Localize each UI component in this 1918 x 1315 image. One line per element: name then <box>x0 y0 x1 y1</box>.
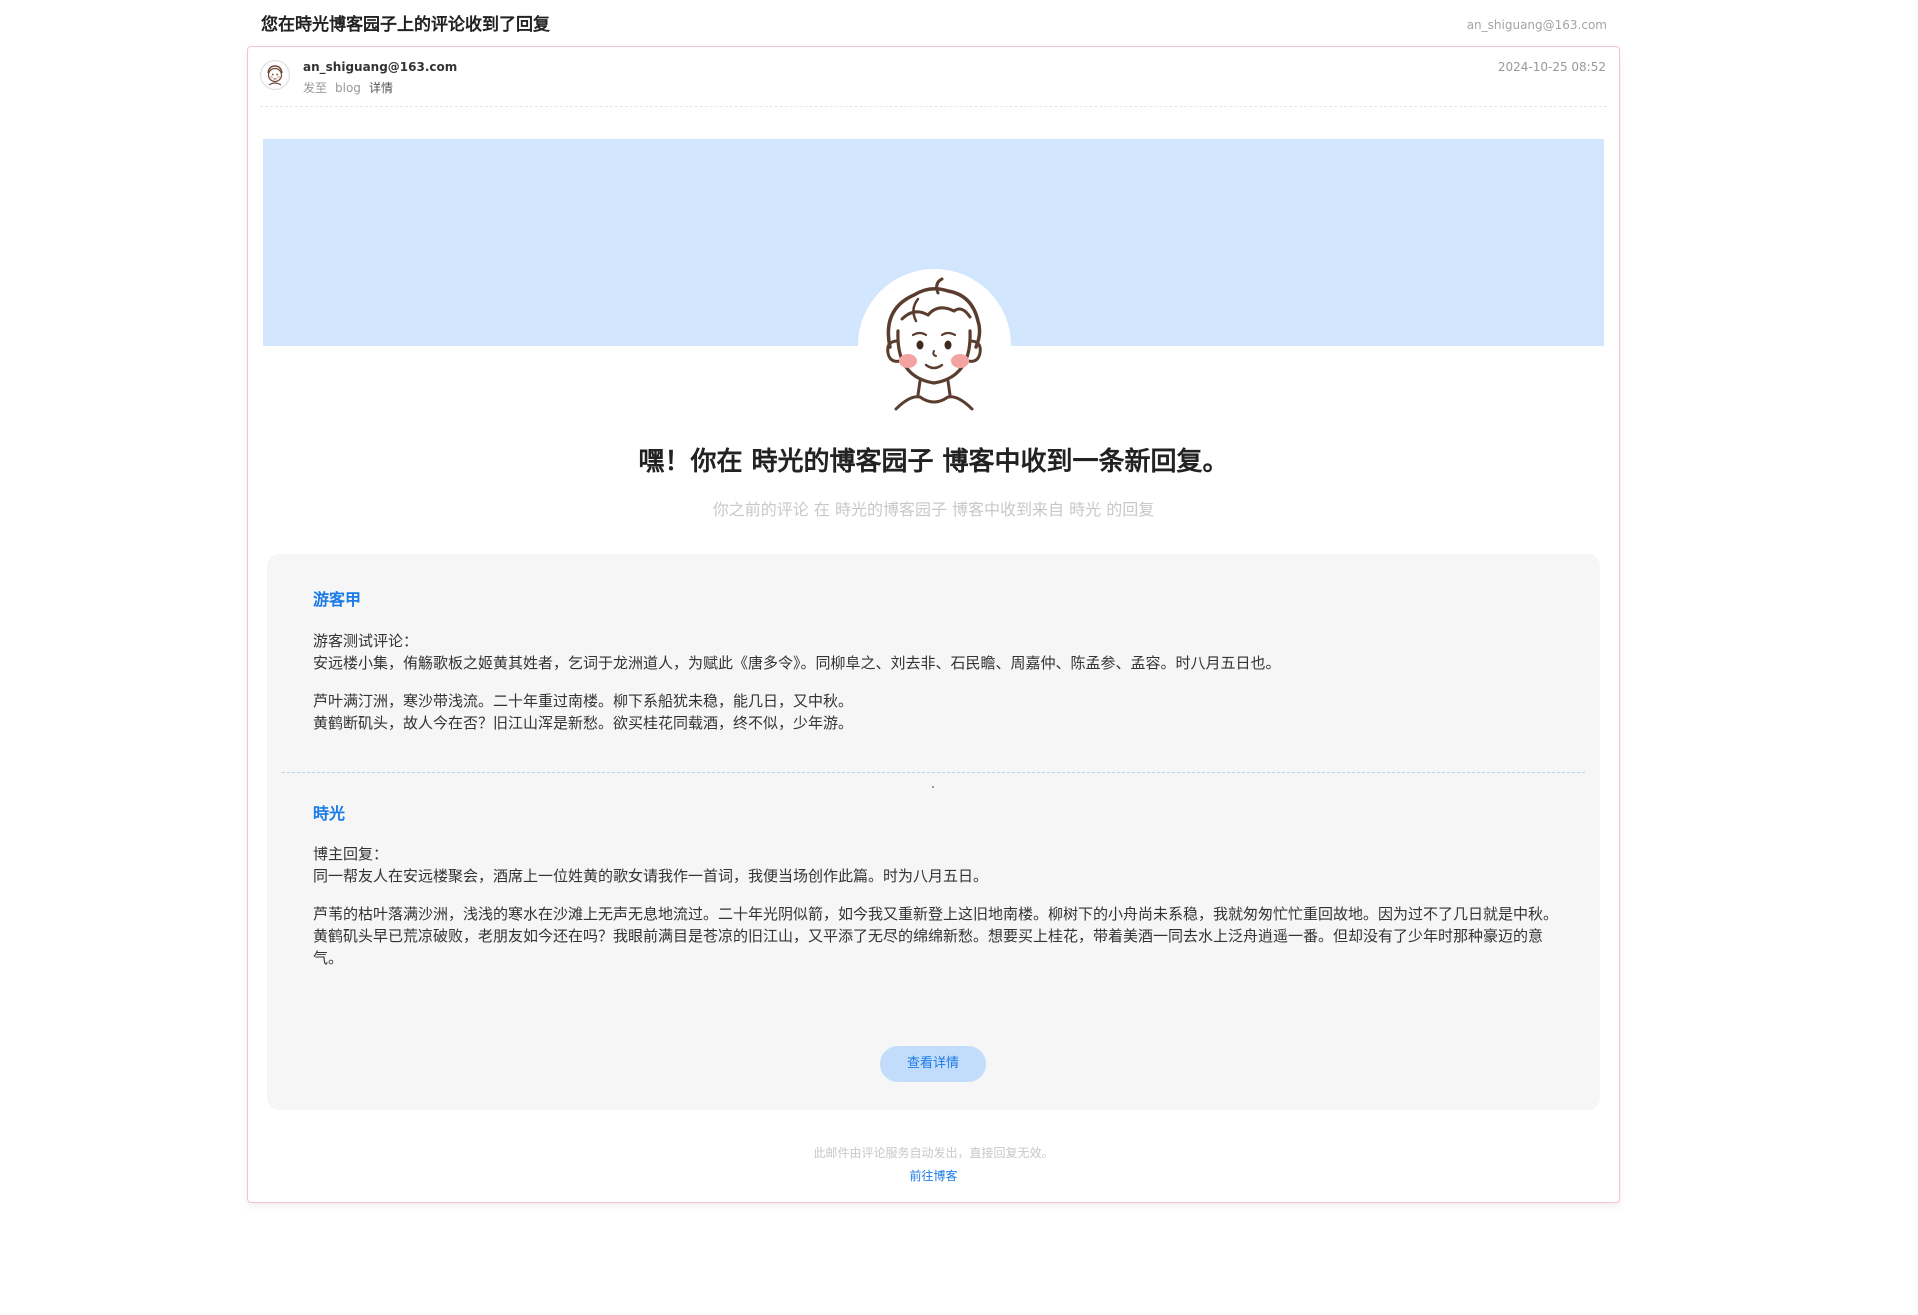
sender-avatar-icon <box>260 60 290 90</box>
reply-line: 博主回复： <box>313 845 389 863</box>
details-link[interactable]: 详情 <box>369 81 393 95</box>
comment-box: 游客甲 游客测试评论： 安远楼小集，侑觞歌板之姬黄其姓者，乞词于龙洲道人，为赋此… <box>267 554 1600 1110</box>
comment-poem-line: 芦叶满汀洲，寒沙带浅流。二十年重过南楼。柳下系船犹未稳，能几日，又中秋。 <box>313 692 854 710</box>
go-to-blog-link[interactable]: 前往博客 <box>909 1169 957 1183</box>
email-view: 您在時光博客园子上的评论收到了回复 an_shiguang@163.com an… <box>0 0 1918 1315</box>
comment-body: 游客测试评论： 安远楼小集，侑觞歌板之姬黄其姓者，乞词于龙洲道人，为赋此《唐多令… <box>313 630 1563 734</box>
comment-line: 安远楼小集，侑觞歌板之姬黄其姓者，乞词于龙洲道人，为赋此《唐多令》。同柳阜之、刘… <box>313 654 1281 672</box>
email-subject: 您在時光博客园子上的评论收到了回复 <box>261 15 550 35</box>
comment-poem-line: 黄鹤断矶头，故人今在否？旧江山浑是新愁。欲买桂花同载酒，终不似，少年游。 <box>313 714 854 732</box>
send-time: 2024-10-25 08:52 <box>1497 60 1606 74</box>
subline: 你之前的评论 在 時光的博客园子 博客中收到来自 時光 的回复 <box>712 500 1155 519</box>
reply-body: 博主回复： 同一帮友人在安远楼聚会，酒席上一位姓黄的歌女请我作一首词，我便当场创… <box>313 843 1563 969</box>
comment-line: 游客测试评论： <box>313 632 419 650</box>
to-label: 发至 <box>303 81 328 95</box>
footer-note: 此邮件由评论服务自动发出，直接回复无效。 <box>813 1146 1054 1160</box>
email-card: an_shiguang@163.com 发至 blog 详情 2024-10-25 … <box>247 46 1620 1203</box>
to-value[interactable]: blog <box>335 81 361 95</box>
recipient-address: an_shiguang@163.com <box>1466 18 1607 32</box>
footer-blog-link-wrap: 前往博客 <box>248 1167 1619 1184</box>
reply-translation-line: 黄鹤矶头早已荒凉破败，老朋友如今还在吗？我眼前满目是苍凉的旧江山，又平添了无尽的… <box>313 927 1544 967</box>
sender-meta: 发至 blog 详情 <box>303 79 401 96</box>
reply-author: 時光 <box>313 804 346 823</box>
reply-translation-line: 芦苇的枯叶落满沙洲，浅浅的寒水在沙滩上无声无息地流过。二十年光阴似箭，如今我又重… <box>313 905 1559 923</box>
reply-line: 同一帮友人在安远楼聚会，酒席上一位姓黄的歌女请我作一首词，我便当场创作此篇。时为… <box>313 867 989 885</box>
divider-dot <box>932 786 934 788</box>
comment-divider <box>282 772 1585 773</box>
hero-avatar-icon <box>858 269 1011 422</box>
comment-author: 游客甲 <box>313 590 362 609</box>
header-divider <box>260 106 1607 107</box>
sender-address[interactable]: an_shiguang@163.com <box>303 60 457 74</box>
headline: 嘿！你在 時光的博客园子 博客中收到一条新回复。 <box>638 447 1229 477</box>
view-details-button[interactable]: 查看详情 <box>880 1046 986 1082</box>
